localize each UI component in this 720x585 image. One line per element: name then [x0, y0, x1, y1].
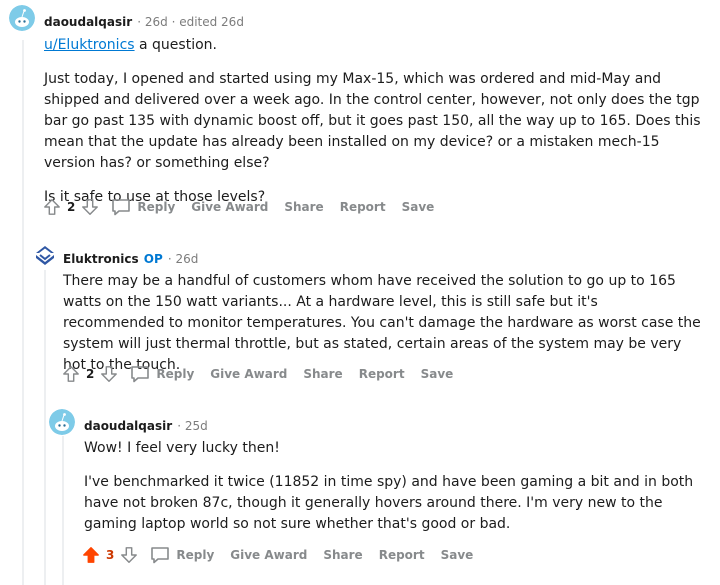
report-button[interactable]: Report	[379, 548, 425, 562]
snoo-avatar-icon	[49, 409, 75, 435]
snoo-avatar-icon	[9, 5, 35, 31]
report-button[interactable]: Report	[340, 200, 386, 214]
comment-meta: · 26d · edited 26d	[137, 15, 244, 29]
comment-actions: 2 Reply Give Award Share Report Save	[43, 195, 450, 219]
comment-body: There may be a handful of customers whom…	[63, 271, 703, 376]
vote-score: 2	[67, 200, 76, 214]
give-award-button[interactable]: Give Award	[230, 548, 307, 562]
save-button[interactable]: Save	[402, 200, 435, 214]
comment-author[interactable]: daoudalqasir	[84, 419, 172, 433]
save-button[interactable]: Save	[421, 367, 454, 381]
share-button[interactable]: Share	[284, 200, 323, 214]
share-button[interactable]: Share	[323, 548, 362, 562]
reply-button[interactable]: Reply	[130, 365, 194, 383]
user-mention-link[interactable]: u/Eluktronics	[44, 37, 135, 53]
give-award-button[interactable]: Give Award	[210, 367, 287, 381]
comment-body: u/Eluktronics a question. Just today, I …	[44, 35, 704, 208]
comment-text: I've benchmarked it twice (11852 in time…	[84, 474, 694, 532]
reply-label: Reply	[137, 200, 176, 214]
thread-line[interactable]	[22, 40, 24, 585]
vote-score: 3	[106, 548, 115, 562]
comment-author[interactable]: Eluktronics	[63, 252, 139, 266]
comment-text: a question.	[134, 37, 217, 53]
thread-line[interactable]	[44, 270, 46, 585]
report-button[interactable]: Report	[359, 367, 405, 381]
reply-label: Reply	[156, 367, 195, 381]
comment-author[interactable]: daoudalqasir	[44, 15, 132, 29]
save-button[interactable]: Save	[441, 548, 474, 562]
downvote-icon[interactable]	[100, 365, 118, 383]
upvote-icon[interactable]	[82, 546, 100, 564]
upvote-icon[interactable]	[62, 365, 80, 383]
share-button[interactable]: Share	[303, 367, 342, 381]
comment-text: Wow! I feel very lucky then!	[84, 440, 280, 456]
comment-bubble-icon	[112, 199, 131, 216]
downvote-icon[interactable]	[81, 198, 99, 216]
comment-meta: · 25d	[177, 419, 208, 433]
comment-body: Wow! I feel very lucky then! I've benchm…	[84, 438, 704, 535]
eluktronics-logo-icon	[36, 246, 54, 265]
comment-bubble-icon	[151, 547, 170, 564]
downvote-icon[interactable]	[120, 546, 138, 564]
reply-button[interactable]: Reply	[150, 546, 214, 564]
comment-actions: 3 Reply Give Award Share Report Save	[82, 543, 489, 567]
comment-actions: 2 Reply Give Award Share Report Save	[62, 362, 469, 386]
thread-line[interactable]	[62, 436, 64, 585]
comment-bubble-icon	[131, 366, 150, 383]
comment-meta: · 26d	[167, 252, 199, 266]
reply-label: Reply	[176, 548, 215, 562]
give-award-button[interactable]: Give Award	[191, 200, 268, 214]
upvote-icon[interactable]	[43, 198, 61, 216]
comment-text: There may be a handful of customers whom…	[63, 273, 701, 373]
op-badge: OP	[143, 252, 163, 266]
avatar[interactable]	[35, 245, 55, 271]
avatar[interactable]	[49, 409, 75, 439]
comment-text: Just today, I opened and started using m…	[44, 71, 701, 171]
vote-score: 2	[86, 367, 95, 381]
avatar[interactable]	[9, 5, 35, 35]
reply-button[interactable]: Reply	[111, 198, 175, 216]
